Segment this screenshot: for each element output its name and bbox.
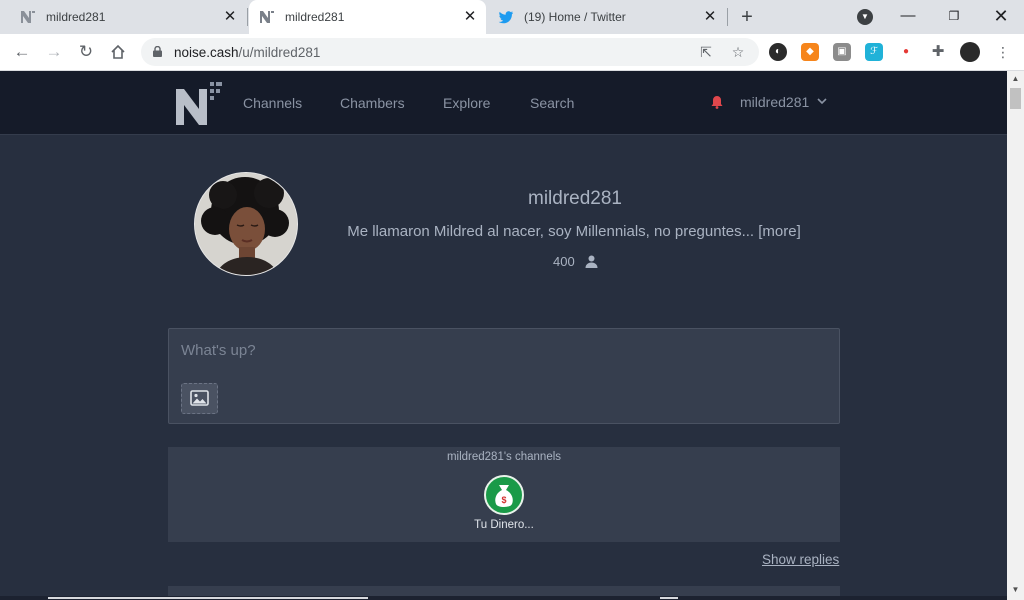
noise-cash-logo[interactable] bbox=[175, 79, 225, 127]
tab-search-icon[interactable]: ▼ bbox=[857, 9, 873, 25]
browser-toolbar: ← → ↻ noise.cash/u/mildred281 ⇱ ☆ ◐ ◆ ▣ … bbox=[0, 34, 1024, 71]
bookmark-star-icon[interactable]: ☆ bbox=[729, 43, 747, 61]
add-image-button[interactable] bbox=[181, 383, 218, 414]
nav-link-chambers[interactable]: Chambers bbox=[340, 95, 405, 111]
site-navbar: Channels Chambers Explore Search mildred… bbox=[0, 71, 1007, 135]
maximize-button[interactable]: ❐ bbox=[939, 4, 969, 28]
scroll-down-arrow-icon[interactable]: ▼ bbox=[1011, 585, 1020, 595]
close-tab-icon[interactable]: ✕ bbox=[462, 9, 478, 25]
scrollbar-thumb[interactable] bbox=[1010, 88, 1021, 109]
bio-text: Me llamaron Mildred al nacer, soy Millen… bbox=[347, 223, 755, 240]
composer-placeholder[interactable]: What's up? bbox=[181, 342, 256, 359]
lock-icon bbox=[153, 46, 162, 57]
svg-text:$: $ bbox=[501, 495, 506, 505]
followers-count[interactable]: 400 bbox=[553, 254, 575, 269]
extension-1-icon[interactable]: ◐ bbox=[769, 43, 787, 61]
url-path: /u/mildred281 bbox=[238, 45, 321, 60]
minimize-button[interactable]: — bbox=[893, 4, 923, 28]
tab-title: (19) Home / Twitter bbox=[524, 10, 626, 24]
extensions-puzzle-icon[interactable]: ✚ bbox=[929, 43, 947, 61]
person-icon bbox=[585, 255, 598, 268]
profile-name: mildred281 bbox=[528, 188, 622, 209]
new-tab-button[interactable]: + bbox=[736, 7, 758, 29]
channels-title: mildred281's channels bbox=[446, 451, 562, 463]
channel-money-bag-icon[interactable]: $ bbox=[484, 475, 524, 515]
url-host: noise.cash bbox=[174, 45, 239, 60]
profile-avatar-icon[interactable] bbox=[960, 42, 980, 62]
home-icon[interactable] bbox=[106, 40, 130, 64]
strip-segment bbox=[660, 597, 678, 599]
user-menu[interactable]: mildred281 bbox=[740, 94, 809, 110]
url-text: noise.cash/u/mildred281 bbox=[174, 45, 320, 60]
extension-3-icon[interactable]: ▣ bbox=[833, 43, 851, 61]
show-replies-link[interactable]: Show replies bbox=[762, 552, 839, 567]
twitter-icon bbox=[498, 9, 514, 25]
close-window-button[interactable]: ✕ bbox=[986, 4, 1016, 28]
notification-bell-icon[interactable] bbox=[711, 95, 723, 109]
share-icon[interactable]: ⇱ bbox=[697, 43, 715, 61]
nav-link-search[interactable]: Search bbox=[530, 95, 574, 111]
more-menu-icon[interactable]: ⋮ bbox=[994, 43, 1012, 61]
user-channels-panel: mildred281's channels $ Tu Dinero... bbox=[168, 447, 840, 542]
browser-tab-1[interactable]: mildred281 ✕ bbox=[12, 0, 246, 34]
tab-divider bbox=[727, 8, 728, 26]
metamask-extension-icon[interactable]: ◆ bbox=[801, 43, 819, 61]
page-scrollbar[interactable]: ▲ ▼ bbox=[1007, 71, 1024, 600]
post-composer[interactable]: What's up? bbox=[168, 328, 840, 424]
noise-cash-favicon bbox=[259, 9, 275, 25]
browser-tab-strip: mildred281 ✕ mildred281 ✕ (19) Home / Tw… bbox=[0, 0, 1024, 34]
profile-bio: Me llamaron Mildred al nacer, soy Millen… bbox=[330, 223, 818, 240]
tab-title: mildred281 bbox=[46, 10, 106, 24]
scroll-up-arrow-icon[interactable]: ▲ bbox=[1011, 74, 1020, 84]
image-icon bbox=[190, 390, 209, 406]
close-tab-icon[interactable]: ✕ bbox=[702, 9, 718, 25]
close-tab-icon[interactable]: ✕ bbox=[222, 9, 238, 25]
bio-more-link[interactable]: [more] bbox=[758, 223, 801, 240]
channel-label[interactable]: Tu Dinero... bbox=[454, 519, 554, 531]
forward-icon[interactable]: → bbox=[42, 40, 66, 64]
tab-title: mildred281 bbox=[285, 10, 345, 24]
browser-tab-3[interactable]: (19) Home / Twitter ✕ bbox=[490, 0, 726, 34]
bottom-edge bbox=[0, 596, 1007, 600]
tab-divider bbox=[247, 8, 248, 26]
chevron-down-icon[interactable] bbox=[817, 97, 827, 105]
nav-link-explore[interactable]: Explore bbox=[443, 95, 490, 111]
extension-4-icon[interactable]: ℱ bbox=[865, 43, 883, 61]
nav-link-channels[interactable]: Channels bbox=[243, 95, 302, 111]
strip-segment bbox=[48, 597, 368, 599]
noise-cash-favicon bbox=[20, 9, 36, 25]
reload-icon[interactable]: ↻ bbox=[74, 40, 98, 64]
address-bar[interactable]: noise.cash/u/mildred281 ⇱ ☆ bbox=[141, 38, 759, 66]
browser-tab-2-active[interactable]: mildred281 ✕ bbox=[249, 0, 486, 34]
extension-5-icon[interactable]: ● bbox=[897, 43, 915, 61]
back-icon[interactable]: ← bbox=[10, 40, 34, 64]
profile-avatar bbox=[194, 172, 298, 276]
